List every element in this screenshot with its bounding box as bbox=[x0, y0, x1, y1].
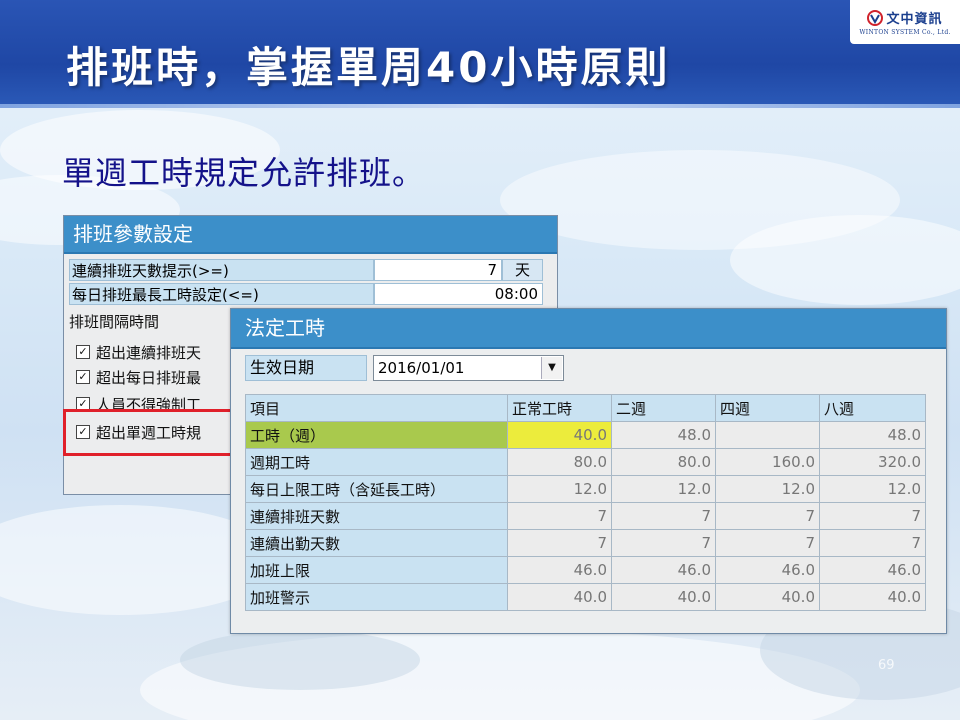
table-cell[interactable]: 46.0 bbox=[611, 556, 716, 584]
row-label: 工時（週） bbox=[245, 421, 508, 449]
row-label: 連續排班天數 bbox=[245, 502, 508, 530]
check-label: 超出每日排班最 bbox=[96, 368, 202, 387]
check-label: 超出連續排班天 bbox=[96, 343, 202, 362]
row-label: 加班警示 bbox=[245, 583, 508, 611]
table-cell[interactable]: 12.0 bbox=[819, 475, 926, 503]
table-cell[interactable]: 46.0 bbox=[507, 556, 612, 584]
table-cell[interactable]: 46.0 bbox=[715, 556, 820, 584]
highlight-frame bbox=[63, 409, 235, 456]
effective-date-value: 2016/01/01 bbox=[378, 359, 465, 377]
row-label: 加班上限 bbox=[245, 556, 508, 584]
table-row[interactable]: 每日上限工時（含延長工時） 12.0 12.0 12.0 12.0 bbox=[245, 475, 926, 503]
chevron-down-icon[interactable]: ▼ bbox=[541, 357, 562, 379]
row-label: 連續出勤天數 bbox=[245, 529, 508, 557]
checkbox-icon[interactable]: ✓ bbox=[76, 370, 90, 384]
check-consecutive-days[interactable]: ✓ 超出連續排班天 bbox=[76, 341, 201, 363]
interval-label: 排班間隔時間 bbox=[69, 313, 160, 331]
table-cell[interactable]: 7 bbox=[715, 502, 820, 530]
page-number: 69 bbox=[878, 658, 895, 673]
table-cell[interactable]: 48.0 bbox=[611, 421, 716, 449]
table-cell[interactable]: 7 bbox=[507, 529, 612, 557]
table-cell[interactable]: 7 bbox=[611, 529, 716, 557]
table-cell[interactable]: 12.0 bbox=[611, 475, 716, 503]
logo-subtitle: WINTON SYSTEM Co., Ltd. bbox=[859, 29, 951, 36]
column-header: 四週 bbox=[715, 394, 820, 422]
table-cell[interactable]: 46.0 bbox=[819, 556, 926, 584]
table-cell[interactable]: 7 bbox=[819, 529, 926, 557]
table-cell[interactable]: 7 bbox=[507, 502, 612, 530]
row-label: 週期工時 bbox=[245, 448, 508, 476]
logo-name: 文中資訊 bbox=[886, 12, 943, 27]
checkbox-icon[interactable]: ✓ bbox=[76, 345, 90, 359]
statutory-hours-dialog: 法定工時 生效日期 2016/01/01 ▼ 項目 正常工時 二週 四週 八週 … bbox=[230, 308, 947, 634]
effective-date-select[interactable]: 2016/01/01 ▼ bbox=[373, 355, 564, 381]
table-cell[interactable]: 12.0 bbox=[715, 475, 820, 503]
table-row[interactable]: 工時（週） 40.0 48.0 48.0 bbox=[245, 421, 926, 449]
column-header: 八週 bbox=[819, 394, 926, 422]
table-row[interactable]: 連續排班天數 7 7 7 7 bbox=[245, 502, 926, 530]
schedule-settings-title: 排班參數設定 bbox=[64, 216, 557, 254]
table-row[interactable]: 週期工時 80.0 80.0 160.0 320.0 bbox=[245, 448, 926, 476]
column-header: 正常工時 bbox=[507, 394, 612, 422]
table-cell[interactable]: 48.0 bbox=[819, 421, 926, 449]
slide-title: 排班時，掌握單周40小時原則 bbox=[66, 43, 671, 92]
table-cell[interactable]: 12.0 bbox=[507, 475, 612, 503]
company-logo: 文中資訊 WINTON SYSTEM Co., Ltd. bbox=[850, 0, 960, 44]
table-cell[interactable]: 80.0 bbox=[507, 448, 612, 476]
table-cell[interactable]: 320.0 bbox=[819, 448, 926, 476]
consecutive-days-unit: 天 bbox=[502, 259, 543, 281]
table-cell[interactable]: 40.0 bbox=[611, 583, 716, 611]
slide-header: 文中資訊 WINTON SYSTEM Co., Ltd. 排班時，掌握單周40小… bbox=[0, 0, 960, 108]
table-cell[interactable]: 40.0 bbox=[507, 421, 612, 449]
table-row[interactable]: 加班上限 46.0 46.0 46.0 46.0 bbox=[245, 556, 926, 584]
consecutive-days-input[interactable]: 7 bbox=[374, 259, 502, 281]
table-cell[interactable]: 7 bbox=[819, 502, 926, 530]
table-cell[interactable] bbox=[715, 421, 820, 449]
table-row[interactable]: 連續出勤天數 7 7 7 7 bbox=[245, 529, 926, 557]
table-row[interactable]: 加班警示 40.0 40.0 40.0 40.0 bbox=[245, 583, 926, 611]
slide-subtitle: 單週工時規定允許排班。 bbox=[62, 154, 426, 192]
winton-logo-icon bbox=[867, 9, 884, 26]
daily-max-hours-label: 每日排班最長工時設定(<=) bbox=[69, 283, 374, 305]
column-header: 項目 bbox=[245, 394, 508, 422]
consecutive-days-label: 連續排班天數提示(>=) bbox=[69, 259, 374, 281]
statutory-hours-table: 項目 正常工時 二週 四週 八週 工時（週） 40.0 48.0 48.0 週期… bbox=[245, 394, 926, 611]
row-label: 每日上限工時（含延長工時） bbox=[245, 475, 508, 503]
table-header-row: 項目 正常工時 二週 四週 八週 bbox=[245, 394, 926, 422]
table-cell[interactable]: 7 bbox=[715, 529, 820, 557]
table-cell[interactable]: 160.0 bbox=[715, 448, 820, 476]
table-cell[interactable]: 40.0 bbox=[507, 583, 612, 611]
column-header: 二週 bbox=[611, 394, 716, 422]
statutory-hours-title: 法定工時 bbox=[231, 309, 946, 349]
table-cell[interactable]: 40.0 bbox=[715, 583, 820, 611]
table-cell[interactable]: 40.0 bbox=[819, 583, 926, 611]
check-daily-max[interactable]: ✓ 超出每日排班最 bbox=[76, 366, 201, 388]
table-cell[interactable]: 80.0 bbox=[611, 448, 716, 476]
table-cell[interactable]: 7 bbox=[611, 502, 716, 530]
daily-max-hours-input[interactable]: 08:00 bbox=[374, 283, 543, 305]
effective-date-label: 生效日期 bbox=[245, 355, 367, 381]
